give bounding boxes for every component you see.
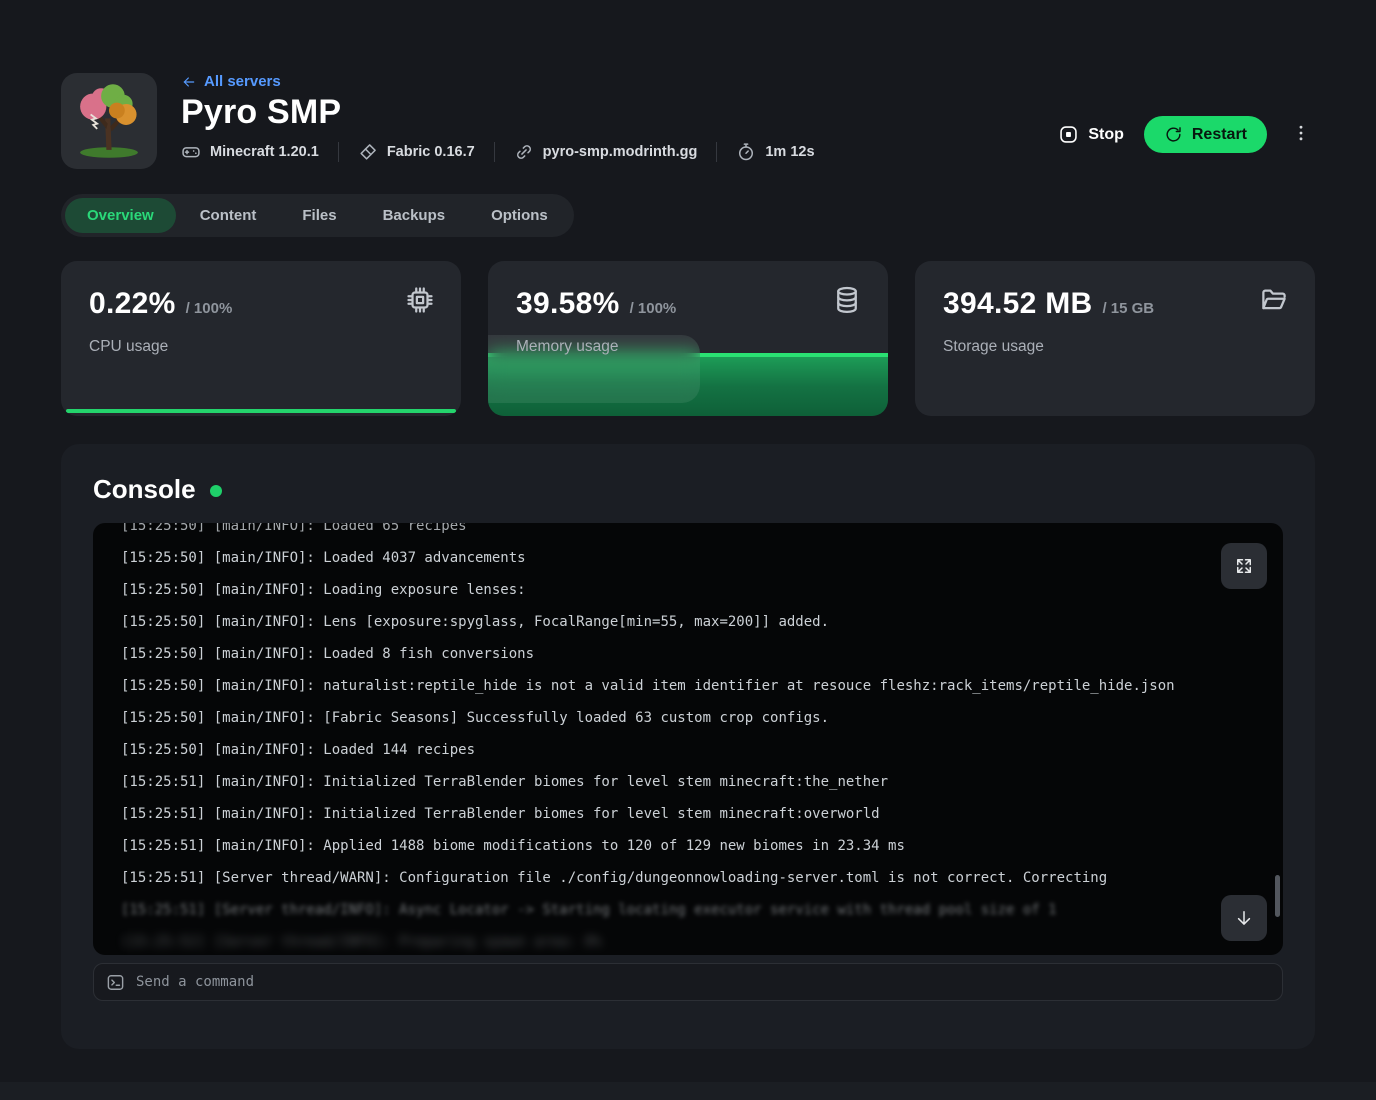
back-link-label: All servers	[204, 73, 281, 90]
server-meta-item: Fabric 0.16.7	[338, 142, 494, 162]
server-meta-item: Minecraft 1.20.1	[181, 142, 338, 162]
memory-usage-label: Memory usage	[516, 338, 860, 356]
tree-avatar-image	[67, 79, 151, 163]
console-log-line: [15:25:50] [main/INFO]: Loaded 4037 adva…	[121, 542, 1283, 574]
console-log-line: [15:25:51] [main/INFO]: Applied 1488 bio…	[121, 830, 1283, 862]
link-icon	[514, 142, 534, 162]
console-log-line: [15:25:51] [Server thread/WARN]: Configu…	[121, 862, 1283, 894]
page-title: Pyro SMP	[181, 93, 834, 132]
command-input-row	[93, 963, 1283, 1001]
memory-usage-card: 39.58% / 100% Memory usage	[488, 261, 888, 416]
console-log-line: [15:25:51] [Server thread/INFO]: Async L…	[121, 894, 1283, 926]
server-avatar	[61, 73, 157, 169]
restart-button[interactable]: Restart	[1144, 116, 1267, 153]
storage-usage-limit: / 15 GB	[1102, 300, 1154, 317]
fabric-icon	[358, 142, 378, 162]
stopwatch-icon	[736, 142, 756, 162]
stop-button-label: Stop	[1088, 126, 1124, 144]
page-bottom-band	[0, 1082, 1376, 1100]
cpu-usage-bar	[66, 409, 456, 413]
server-meta-label: Minecraft 1.20.1	[210, 144, 319, 160]
command-input[interactable]	[136, 974, 1270, 990]
console-log-viewport[interactable]: [15:25:50] [main/INFO]: Loaded 65 recipe…	[93, 523, 1283, 955]
cpu-usage-limit: / 100%	[186, 300, 233, 317]
header-actions: Stop Restart	[1058, 100, 1315, 169]
tab-options[interactable]: Options	[469, 198, 570, 233]
gamepad-icon	[181, 142, 201, 162]
memory-usage-limit: / 100%	[630, 300, 677, 317]
server-meta-label: Fabric 0.16.7	[387, 144, 475, 160]
console-log-line: [15:25:50] [main/INFO]: Loading exposure…	[121, 574, 1283, 606]
console-title: Console	[93, 474, 196, 505]
console-log-lines: [15:25:50] [main/INFO]: Loaded 65 recipe…	[121, 523, 1283, 955]
restart-icon	[1164, 125, 1183, 144]
server-meta-item: 1m 12s	[716, 142, 833, 162]
console-log-line: [15:25:50] [main/INFO]: Lens [exposure:s…	[121, 606, 1283, 638]
console-log-line: [15:25:50] [main/INFO]: Loaded 65 recipe…	[121, 523, 1283, 542]
console-log-line: [15:25:50] [main/INFO]: [Fabric Seasons]…	[121, 702, 1283, 734]
console-log-line: [15:25:51] [main/INFO]: Initialized Terr…	[121, 798, 1283, 830]
server-header: All servers Pyro SMP Minecraft 1.20.1 Fab…	[61, 0, 1315, 169]
folder-open-icon	[1259, 285, 1289, 315]
terminal-prompt-icon	[106, 973, 125, 992]
tab-files[interactable]: Files	[280, 198, 358, 233]
console-fullscreen-button[interactable]	[1221, 543, 1267, 589]
cpu-chip-icon	[405, 285, 435, 315]
server-online-status-dot	[210, 485, 222, 497]
server-meta-row: Minecraft 1.20.1 Fabric 0.16.7 pyro-smp.mo…	[181, 142, 834, 162]
server-meta-item[interactable]: pyro-smp.modrinth.gg	[494, 142, 717, 162]
server-meta-label: pyro-smp.modrinth.gg	[543, 144, 698, 160]
database-icon	[832, 285, 862, 315]
console-log-line: [15:25:50] [main/INFO]: Loaded 144 recip…	[121, 734, 1283, 766]
cpu-usage-card: 0.22% / 100% CPU usage	[61, 261, 461, 416]
back-to-all-servers-link[interactable]: All servers	[181, 73, 834, 90]
storage-usage-card: 394.52 MB / 15 GB Storage usage	[915, 261, 1315, 416]
console-section: Console [15:25:50] [main/INFO]: Loaded 6…	[61, 444, 1315, 1049]
tab-overview[interactable]: Overview	[65, 198, 176, 233]
more-options-button[interactable]	[1287, 119, 1315, 150]
arrow-left-icon	[181, 74, 197, 90]
memory-usage-value: 39.58%	[516, 287, 620, 321]
server-meta-label: 1m 12s	[765, 144, 814, 160]
stop-icon	[1058, 124, 1079, 145]
expand-icon	[1234, 556, 1254, 576]
console-log-line: [15:25:50] [main/INFO]: Loaded 8 fish co…	[121, 638, 1283, 670]
storage-usage-label: Storage usage	[943, 338, 1287, 356]
tab-content[interactable]: Content	[178, 198, 279, 233]
console-log-line: [15:25:52] [Server thread/INFO]: Prepari…	[121, 926, 1283, 955]
console-log-line: [15:25:51] [main/INFO]: Initialized Terr…	[121, 766, 1283, 798]
cpu-usage-label: CPU usage	[89, 338, 433, 356]
console-log-line: [15:25:50] [main/INFO]: naturalist:repti…	[121, 670, 1283, 702]
stats-row: 0.22% / 100% CPU usage 39.58% / 100% Mem…	[61, 261, 1315, 416]
kebab-menu-icon	[1291, 123, 1311, 143]
restart-button-label: Restart	[1192, 126, 1247, 144]
storage-usage-value: 394.52 MB	[943, 287, 1092, 321]
server-nav-tabs: OverviewContentFilesBackupsOptions	[61, 194, 574, 237]
tab-backups[interactable]: Backups	[361, 198, 468, 233]
cpu-usage-value: 0.22%	[89, 287, 176, 321]
stop-button[interactable]: Stop	[1058, 124, 1124, 145]
